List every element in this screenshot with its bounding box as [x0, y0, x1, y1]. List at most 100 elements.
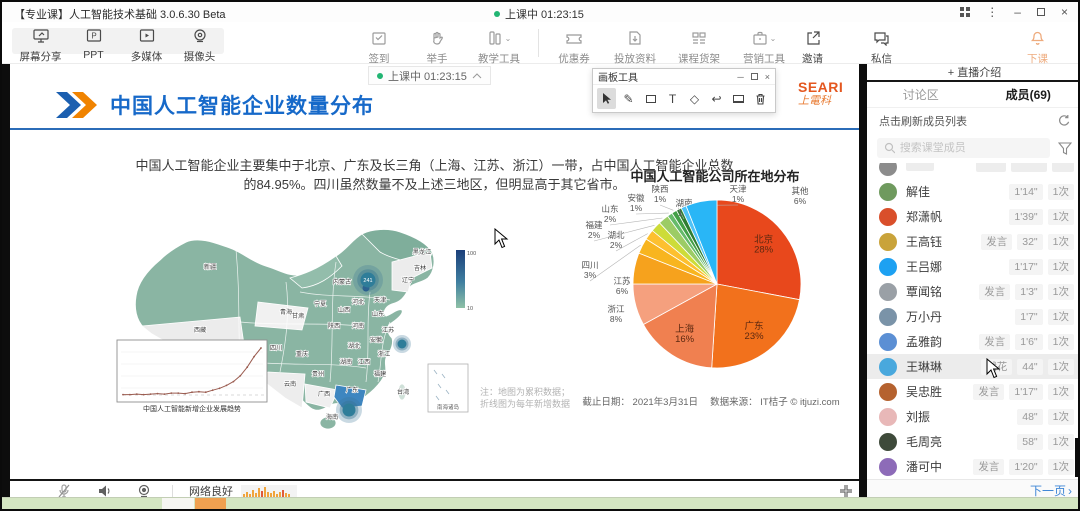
live-intro-link[interactable]: + 直播介绍	[867, 64, 1080, 82]
legend-max-label: 100	[467, 251, 476, 257]
time-badge: 48"	[1017, 409, 1042, 425]
member-name: 潘可中	[906, 458, 973, 475]
teaching-tools-button[interactable]: ⌄ 教学工具	[470, 27, 528, 66]
time-badge: 32"	[1017, 234, 1042, 250]
member-badges: 1'14"1次	[1009, 184, 1074, 200]
coupon-button[interactable]: 优惠券	[549, 27, 599, 66]
province-label: 四川	[270, 345, 282, 352]
ppt-button[interactable]: P PPT	[67, 25, 120, 64]
clear-trash-tool[interactable]	[751, 88, 770, 109]
pie-label: 安徽	[627, 193, 645, 203]
province-label: 辽宁	[402, 276, 414, 284]
pie-pct: 2%	[604, 214, 617, 224]
webcam-button[interactable]: 摄像头	[173, 25, 226, 64]
close-button[interactable]: ×	[1061, 4, 1068, 20]
undo-tool[interactable]: ↩	[707, 88, 726, 109]
hand-icon	[429, 27, 445, 49]
filter-funnel-icon[interactable]	[1058, 142, 1072, 155]
panel-restore-icon[interactable]	[751, 72, 758, 82]
pen-tool[interactable]: ✎	[619, 88, 638, 109]
panel-close-icon[interactable]: ×	[765, 72, 770, 82]
member-row[interactable]: 解佳 1'14"1次	[867, 179, 1080, 204]
refresh-icon[interactable]	[1056, 114, 1070, 128]
private-message-button[interactable]: 私信	[855, 27, 908, 66]
select-tool[interactable]	[597, 88, 616, 109]
count-badge: 1次	[1048, 409, 1074, 425]
live-dot-icon	[494, 11, 500, 17]
member-row[interactable]: 潘可中 发言1'20"1次	[867, 454, 1080, 477]
pie-pct: 2%	[588, 230, 601, 240]
province-label: 河南	[352, 322, 364, 330]
trend-caption: 中国人工智能新增企业发展趋势	[143, 404, 241, 413]
member-row[interactable]: 王琳琳 献花44"1次	[867, 354, 1080, 379]
eraser-tool[interactable]: ◇	[685, 88, 704, 109]
mouse-cursor	[494, 228, 509, 249]
avatar	[879, 233, 897, 251]
window-title: 【专业课】人工智能技术基础 3.0.6.30 Beta	[14, 6, 226, 22]
province-label: 浙江	[378, 350, 390, 358]
raise-hand-button[interactable]: 举手	[412, 27, 462, 66]
push-materials-button[interactable]: 投放资料	[607, 27, 663, 66]
member-row[interactable]: 吴忠胜 发言1'17"1次	[867, 379, 1080, 404]
refresh-members-row[interactable]: 点击刷新成员列表	[867, 108, 1080, 133]
sea-inset-label: 南海诸岛	[437, 403, 460, 411]
panel-divider	[859, 64, 867, 501]
invite-button[interactable]: 邀请	[786, 27, 839, 66]
microphone-muted-button[interactable]	[44, 484, 84, 498]
multimedia-button[interactable]: 多媒体	[120, 25, 173, 64]
member-row[interactable]: 郑潇帆 1'39"1次	[867, 204, 1080, 229]
member-row[interactable]: 王高钰 发言32"1次	[867, 229, 1080, 254]
member-badges: 1'39"1次	[1009, 209, 1074, 225]
screen-share-button[interactable]: 屏幕分享	[14, 25, 67, 64]
tab-discussion[interactable]: 讨论区	[867, 82, 975, 107]
speak-badge: 发言	[973, 384, 1004, 400]
panel-minimize-icon[interactable]: ─	[737, 72, 743, 82]
left-frame-bar	[2, 64, 10, 501]
member-row[interactable]: 覃闻铭 发言1'3"1次	[867, 279, 1080, 304]
sign-in-button[interactable]: 签到	[354, 27, 404, 66]
member-search-input[interactable]	[877, 138, 1050, 158]
member-row[interactable]: 万小丹 1'7"1次	[867, 304, 1080, 329]
avatar	[879, 163, 897, 176]
class-status: 上课中 01:23:15	[494, 6, 584, 22]
member-badges: 发言32"1次	[981, 234, 1074, 250]
camera-button[interactable]	[124, 484, 164, 498]
member-row-partial[interactable]	[867, 163, 1080, 179]
member-row[interactable]: 孟雅韵 发言1'6"1次	[867, 329, 1080, 354]
end-class-button[interactable]: 下课	[1011, 27, 1064, 66]
layout-grid-icon[interactable]	[960, 7, 964, 11]
minimize-button[interactable]: –	[1014, 4, 1021, 20]
marketing-tools-button[interactable]: ⌄ 营销工具	[735, 27, 793, 66]
china-map-chart: 241 新疆黑龙江吉林辽宁内蒙古天津河北山西山东宁夏陕西河南青海甘肃四川重庆湖北…	[90, 222, 492, 450]
member-row[interactable]: 刘振 48"1次	[867, 404, 1080, 429]
slide-title: 中国人工智能企业数量分布	[110, 90, 374, 120]
restore-button[interactable]	[1037, 8, 1045, 16]
province-label: 山西	[338, 306, 350, 314]
member-row[interactable]: 毛周亮 58"1次	[867, 429, 1080, 454]
rectangle-tool[interactable]	[641, 88, 660, 109]
member-row[interactable]: 王吕娜 1'17"1次	[867, 254, 1080, 279]
member-badges: 48" 1次	[1017, 409, 1074, 425]
collapse-chevron-icon[interactable]	[472, 73, 482, 79]
province-label: 天津	[374, 296, 386, 304]
count-badge: 1次	[1048, 459, 1074, 475]
tab-members[interactable]: 成员(69)	[975, 82, 1080, 107]
member-name: 覃闻铭	[906, 283, 979, 300]
speak-badge: 发言	[973, 459, 1004, 475]
avatar	[879, 458, 897, 476]
floating-class-timer[interactable]: 上课中 01:23:15	[368, 66, 491, 85]
more-menu-icon[interactable]: ⋮	[986, 4, 998, 20]
speaker-button[interactable]	[84, 484, 124, 498]
province-label: 湖北	[348, 342, 361, 350]
province-label: 广西	[318, 390, 330, 398]
province-label: 内蒙古	[333, 278, 352, 286]
member-name: 郑潇帆	[906, 208, 1009, 225]
time-badge: 1'39"	[1009, 209, 1042, 225]
next-page-chevron-icon[interactable]: ›	[1068, 484, 1072, 498]
course-shelf-button[interactable]: 课程货架	[671, 27, 727, 66]
province-label: 福建	[374, 370, 386, 378]
member-list-scrollbar[interactable]	[1075, 438, 1080, 477]
count-badge: 1次	[1048, 334, 1074, 350]
board-tool[interactable]	[729, 88, 748, 109]
text-tool[interactable]: T	[663, 88, 682, 109]
